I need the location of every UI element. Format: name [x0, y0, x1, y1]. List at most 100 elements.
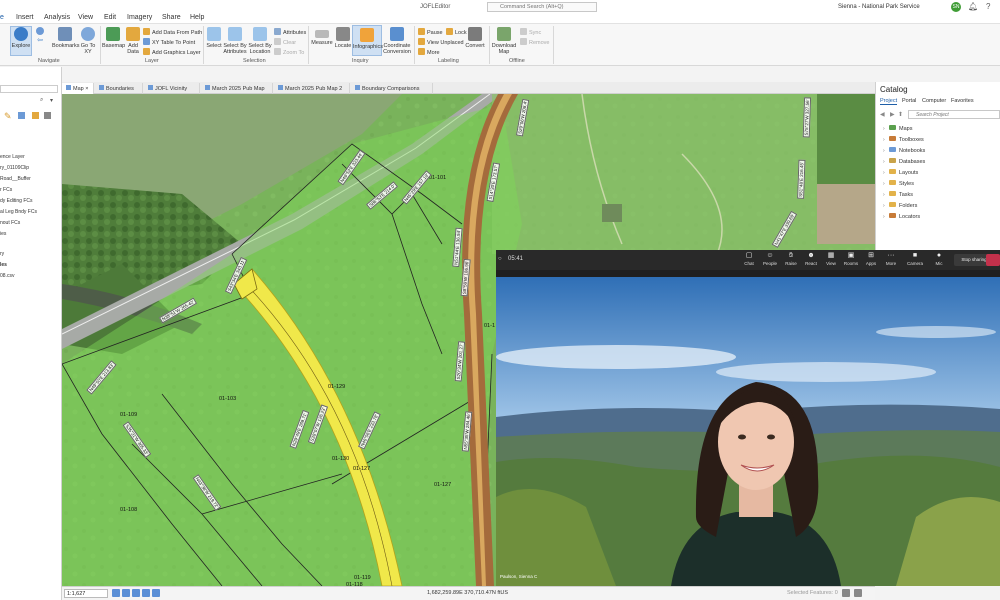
menu-view[interactable]: View — [78, 14, 93, 21]
goto-xy-button[interactable]: Go To XY — [79, 27, 97, 55]
catalog-item-maps[interactable]: › Maps — [883, 125, 912, 132]
catalog-search-input[interactable] — [908, 110, 1000, 119]
catalog-item-notebooks[interactable]: › Notebooks — [883, 147, 925, 154]
remove-button[interactable]: Remove — [520, 38, 549, 46]
add-graphics-layer-button[interactable]: Add Graphics Layer — [143, 48, 201, 56]
people-button[interactable]: ☺ People — [762, 252, 778, 266]
map-tool-icon[interactable] — [142, 589, 150, 597]
sync-button[interactable]: Sync — [520, 28, 541, 36]
catalog-item-folders[interactable]: › Folders — [883, 202, 917, 209]
command-search-input[interactable] — [487, 2, 597, 12]
pause-labeling-button[interactable]: Pause — [418, 28, 443, 36]
basemap-button[interactable]: Basemap — [102, 27, 125, 49]
toc-item[interactable]: ry_01109Clip — [0, 165, 29, 171]
contents-search-input[interactable] — [0, 85, 58, 93]
catalog-tab-computer[interactable]: Computer — [922, 98, 946, 104]
back-icon[interactable]: ◀ — [880, 111, 885, 118]
toc-item[interactable]: r FCs — [0, 187, 12, 193]
user-name[interactable]: Sienna - National Park Service — [838, 4, 920, 10]
download-map-button[interactable]: Download Map — [491, 27, 517, 55]
menu-help[interactable]: Help — [190, 14, 204, 21]
toc-item[interactable]: ry — [0, 251, 4, 257]
infographics-button[interactable]: Infographics — [352, 25, 383, 56]
help-icon[interactable]: ? — [986, 2, 990, 11]
menu-map-tab-partial[interactable]: e — [0, 14, 4, 21]
map-tool-icon[interactable] — [122, 589, 130, 597]
bell-icon[interactable]: 🔔︎ — [968, 2, 978, 11]
map-tool-icon[interactable] — [152, 589, 160, 597]
menu-imagery[interactable]: Imagery — [127, 14, 152, 21]
attributes-button[interactable]: Attributes — [274, 28, 306, 36]
labeling-more-button[interactable]: More — [418, 48, 440, 56]
layer-tool-icon[interactable] — [18, 112, 25, 119]
map-tool-icon[interactable] — [112, 589, 120, 597]
coordinate-conversion-button[interactable]: Coordinate Conversion — [383, 27, 411, 55]
raise-hand-button[interactable]: ✋︎ Raise — [784, 252, 798, 266]
locate-button[interactable]: Locate — [334, 27, 352, 49]
toc-item[interactable]: Road__Buffer — [0, 176, 31, 182]
menu-share[interactable]: Share — [162, 14, 181, 21]
tab-boundaries[interactable]: Boundaries — [95, 83, 143, 94]
tab-march-2025-pub-map[interactable]: March 2025 Pub Map — [201, 83, 273, 94]
leave-call-button[interactable] — [986, 254, 1000, 266]
toc-item[interactable]: nout FCs — [0, 220, 20, 226]
user-avatar[interactable]: SN — [951, 2, 961, 12]
tag-icon[interactable] — [32, 112, 39, 119]
react-button[interactable]: ☻ React — [804, 252, 818, 266]
view-button[interactable]: ▦ View — [824, 252, 838, 266]
view-unplaced-button[interactable]: View Unplaced — [418, 38, 464, 46]
tab-boundary-comparisons[interactable]: Boundary Comparisons — [351, 83, 433, 94]
catalog-tab-project[interactable]: Project — [880, 98, 898, 105]
explore-button[interactable]: Explore — [10, 26, 32, 56]
toc-item[interactable]: dy Editing FCs — [0, 198, 33, 204]
add-data-button[interactable]: Add Data — [125, 27, 141, 55]
zoom-to-button[interactable]: Zoom To — [274, 48, 304, 56]
convert-button[interactable]: Convert — [465, 27, 485, 49]
toc-item[interactable]: les — [0, 262, 7, 268]
catalog-tab-portal[interactable]: Portal — [902, 98, 916, 104]
add-data-from-path-button[interactable]: Add Data From Path — [143, 28, 202, 36]
dropdown-icon[interactable]: ▾ — [50, 97, 53, 104]
catalog-item-locators[interactable]: › Locators — [883, 213, 920, 220]
up-icon[interactable]: ⬆ — [898, 111, 903, 118]
tab-jofl-vicinity[interactable]: JOFL Vicinity — [144, 83, 200, 94]
catalog-item-layouts[interactable]: › Layouts — [883, 169, 918, 176]
refresh-icon[interactable] — [854, 589, 862, 597]
camera-button[interactable]: ■ Camera — [906, 252, 924, 266]
apps-button[interactable]: ⊞ Apps — [864, 252, 878, 266]
pencil-icon[interactable]: ✎ — [4, 111, 12, 122]
rooms-button[interactable]: ▣ Rooms — [843, 252, 859, 266]
chat-button[interactable]: ▢ Chat — [742, 252, 756, 266]
select-by-attributes-button[interactable]: Select By Attributes — [223, 27, 247, 55]
forward-icon[interactable]: ▶ — [890, 111, 895, 118]
catalog-tab-favorites[interactable]: Favorites — [951, 98, 974, 104]
toc-item[interactable]: al Leg Bndy FCs — [0, 209, 37, 215]
tab-map[interactable]: Map × — [62, 83, 94, 94]
more-tools-icon[interactable] — [44, 112, 51, 119]
more-button[interactable]: ··· More — [884, 252, 898, 266]
menu-edit[interactable]: Edit — [104, 14, 116, 21]
search-icon[interactable]: ⌕ — [40, 97, 43, 104]
scale-selector[interactable]: 1:1,627 — [64, 589, 108, 598]
bookmarks-button[interactable]: Bookmarks — [52, 27, 80, 49]
select-by-location-button[interactable]: Select By Location — [248, 27, 272, 55]
toc-item[interactable]: 08.csv — [0, 273, 14, 279]
menu-analysis[interactable]: Analysis — [44, 14, 70, 21]
toc-item[interactable]: ies — [0, 231, 6, 237]
mic-button[interactable]: ● Mic — [932, 252, 946, 266]
toc-item[interactable]: ence Layer — [0, 154, 25, 160]
select-button[interactable]: Select — [206, 27, 222, 49]
menu-insert[interactable]: Insert — [16, 14, 34, 21]
measure-button[interactable]: Measure — [311, 27, 333, 46]
xy-table-to-point-button[interactable]: XY Table To Point — [143, 38, 195, 46]
clear-button[interactable]: Clear — [274, 38, 296, 46]
catalog-item-tasks[interactable]: › Tasks — [883, 191, 913, 198]
lock-labeling-button[interactable]: Lock — [446, 28, 467, 36]
back-button[interactable]: ⇦ — [33, 37, 47, 44]
catalog-item-databases[interactable]: › Databases — [883, 158, 925, 165]
pause-icon[interactable] — [842, 589, 850, 597]
catalog-item-styles[interactable]: › Styles — [883, 180, 914, 187]
zoom-full-button[interactable] — [33, 27, 47, 37]
catalog-item-toolboxes[interactable]: › Toolboxes — [883, 136, 924, 143]
tab-march-2025-pub-map-2[interactable]: March 2025 Pub Map 2 — [274, 83, 350, 94]
